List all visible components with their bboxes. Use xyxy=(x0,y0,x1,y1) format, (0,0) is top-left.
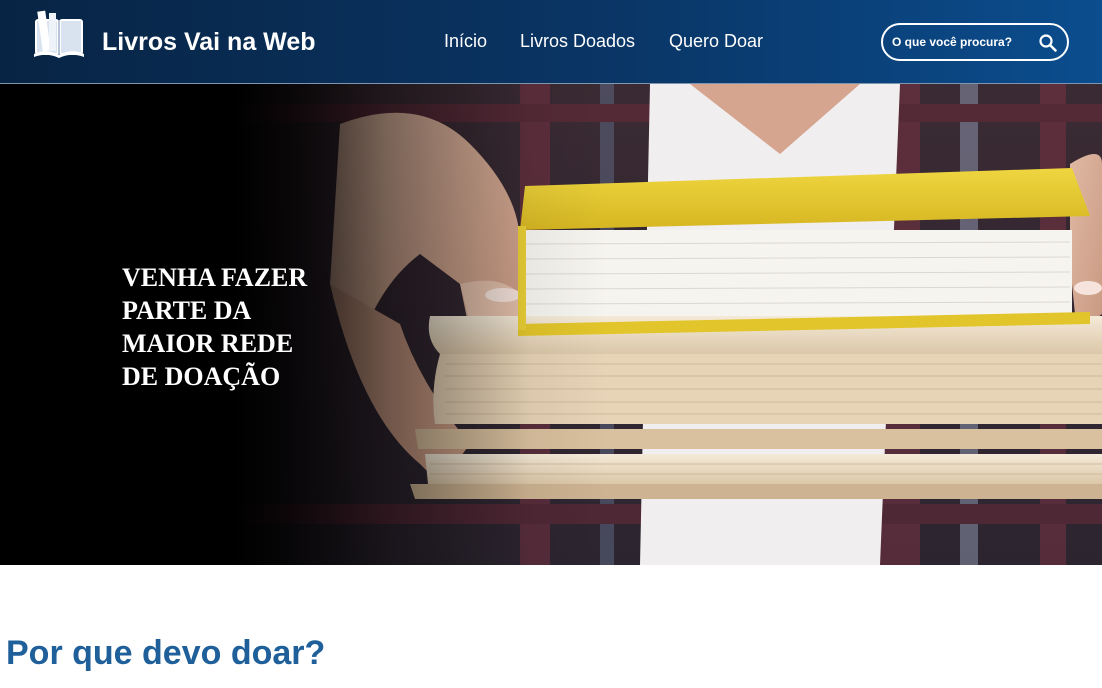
search-input[interactable] xyxy=(892,33,1030,51)
hero-headline-line: VENHA FAZER xyxy=(122,263,308,292)
hero-headline: VENHA FAZER PARTE DA MAIOR REDE DE DOAÇÃ… xyxy=(122,261,342,393)
brand-name[interactable]: Livros Vai na Web xyxy=(102,28,316,57)
hero-headline-line: DE DOAÇÃO xyxy=(122,362,281,391)
nav-livros-doados[interactable]: Livros Doados xyxy=(520,31,635,52)
open-book-icon[interactable] xyxy=(32,8,86,60)
nav-inicio[interactable]: Início xyxy=(444,31,487,52)
hero-headline-line: PARTE DA xyxy=(122,296,252,325)
section-title: Por que devo doar? xyxy=(6,634,326,672)
hero-banner: VENHA FAZER PARTE DA MAIOR REDE DE DOAÇÃ… xyxy=(0,84,1102,565)
search-box xyxy=(881,23,1069,61)
hero-headline-line: MAIOR REDE xyxy=(122,329,294,358)
nav-quero-doar[interactable]: Quero Doar xyxy=(669,31,763,52)
site-header: Livros Vai na Web Início Livros Doados Q… xyxy=(0,0,1102,84)
search-icon[interactable] xyxy=(1038,33,1058,53)
